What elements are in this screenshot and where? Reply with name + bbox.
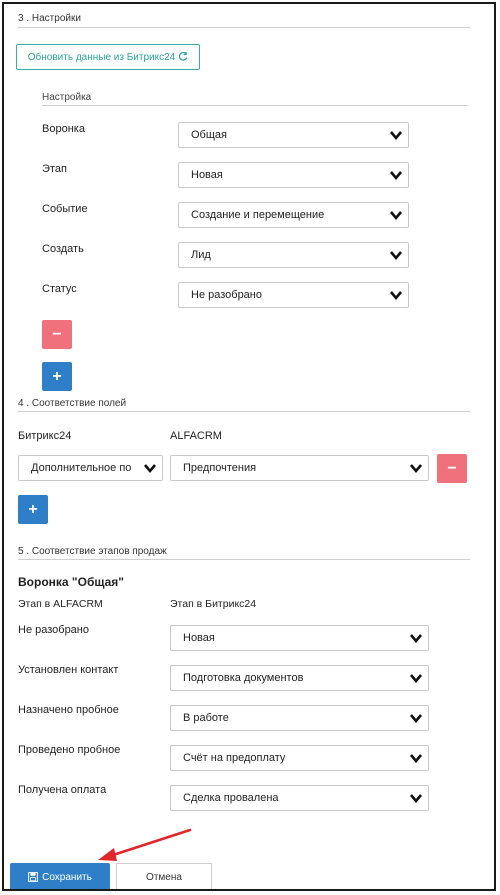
section-4-title: 4 . Соответствие полей [18, 398, 127, 409]
stage-mapping-label: Проведено пробное [18, 744, 121, 756]
stage-mapping-select[interactable]: Сделка провалена [170, 785, 429, 811]
minus-icon: − [52, 325, 62, 343]
stage-mapping-select[interactable]: В работе [170, 705, 429, 731]
stage-mapping-label: Не разобрано [18, 624, 89, 636]
chevron-down-icon [390, 251, 402, 261]
bitrix-field-select[interactable]: Дополнительное по [18, 455, 163, 481]
create-label: Создать [42, 243, 84, 255]
stage-select-value: Новая [191, 169, 223, 181]
save-button[interactable]: Сохранить [10, 863, 110, 889]
stage-mapping-select-value: Сделка провалена [183, 792, 279, 804]
stage-select[interactable]: Новая [178, 162, 409, 188]
chevron-down-icon [390, 171, 402, 181]
plus-icon: + [52, 367, 62, 385]
stage-mapping-select[interactable]: Счёт на предоплату [170, 745, 429, 771]
alfacrm-stage-column-header: Этап в ALFACRM [18, 598, 103, 610]
section-5-divider [18, 559, 470, 560]
bitrix-field-select-value: Дополнительное по [31, 462, 132, 474]
event-label: Событие [42, 203, 88, 215]
minus-icon: − [447, 459, 457, 477]
section-4-divider [18, 411, 470, 412]
bitrix-column-header: Битрикс24 [18, 430, 72, 442]
remove-field-mapping-button[interactable]: − [437, 454, 467, 483]
stage-label: Этап [42, 163, 67, 175]
plus-icon: + [28, 500, 38, 518]
chevron-down-icon [144, 464, 156, 474]
stage-mapping-select-value: В работе [183, 712, 229, 724]
stage-mapping-select-value: Счёт на предоплату [183, 752, 286, 764]
funnel-heading: Воронка "Общая" [18, 575, 124, 589]
section-5-title: 5 . Соответствие этапов продаж [18, 546, 167, 557]
chevron-down-icon [390, 291, 402, 301]
settings-group-divider [42, 105, 468, 106]
bitrix-stage-column-header: Этап в Битрикс24 [170, 598, 257, 610]
chevron-down-icon [390, 131, 402, 141]
stage-mapping-select[interactable]: Новая [170, 625, 429, 651]
refresh-icon [179, 52, 188, 61]
settings-group-title: Настройка [42, 92, 92, 103]
chevron-down-icon [390, 211, 402, 221]
alfacrm-column-header: ALFACRM [170, 430, 222, 442]
create-select[interactable]: Лид [178, 242, 409, 268]
save-button-label: Сохранить [42, 871, 92, 883]
chevron-down-icon [410, 714, 422, 724]
chevron-down-icon [410, 754, 422, 764]
remove-setting-button[interactable]: − [42, 320, 72, 349]
refresh-from-bitrix-button[interactable]: Обновить данные из Битрикс24 [16, 44, 200, 70]
stage-mapping-select-value: Новая [183, 632, 215, 644]
chevron-down-icon [410, 794, 422, 804]
stage-mapping-label: Получена оплата [18, 784, 107, 796]
funnel-select[interactable]: Общая [178, 122, 409, 148]
save-icon [28, 872, 39, 882]
stage-mapping-label: Установлен контакт [18, 664, 119, 676]
event-select-value: Создание и перемещение [191, 209, 325, 221]
add-field-mapping-button[interactable]: + [18, 495, 48, 524]
refresh-button-label: Обновить данные из Битрикс24 [27, 51, 176, 63]
event-select[interactable]: Создание и перемещение [178, 202, 409, 228]
alfacrm-field-select-value: Предпочтения [183, 462, 257, 474]
status-select[interactable]: Не разобрано [178, 282, 409, 308]
chevron-down-icon [410, 464, 422, 474]
funnel-label: Воронка [42, 123, 85, 135]
create-select-value: Лид [191, 249, 211, 261]
chevron-down-icon [410, 634, 422, 644]
annotation-arrow [98, 828, 192, 861]
section-3-title: 3 . Настройки [18, 13, 81, 24]
chevron-down-icon [410, 674, 422, 684]
stage-mapping-select[interactable]: Подготовка документов [170, 665, 429, 691]
cancel-button-label: Отмена [146, 871, 182, 883]
stage-mapping-select-value: Подготовка документов [183, 672, 304, 684]
alfacrm-field-select[interactable]: Предпочтения [170, 455, 429, 481]
cancel-button[interactable]: Отмена [116, 863, 212, 889]
funnel-select-value: Общая [191, 129, 227, 141]
settings-form: 3 . Настройки Обновить данные из Битрикс… [2, 2, 496, 891]
status-select-value: Не разобрано [191, 289, 262, 301]
add-setting-button[interactable]: + [42, 362, 72, 391]
stage-mapping-label: Назначено пробное [18, 704, 119, 716]
status-label: Статус [42, 283, 77, 295]
section-3-divider [18, 27, 470, 28]
